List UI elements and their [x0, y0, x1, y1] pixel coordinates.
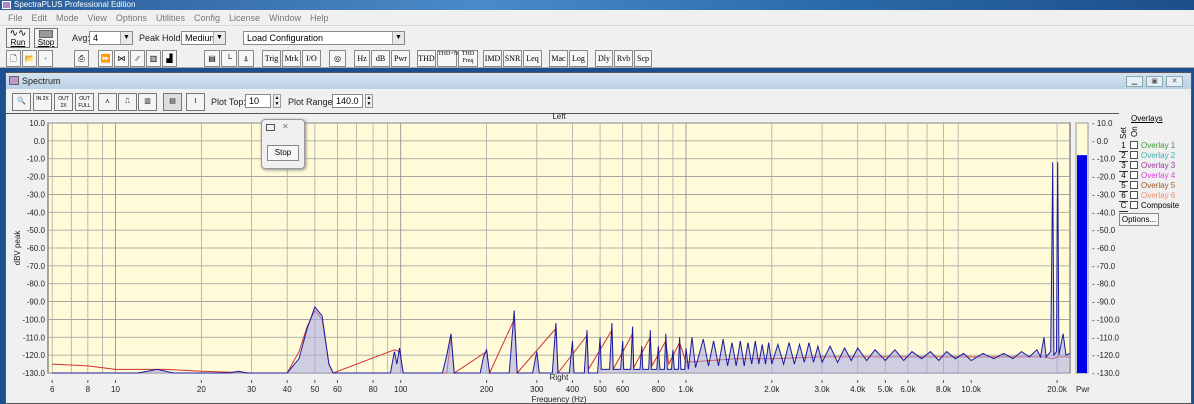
- power-bar-tick-label: - -90.0: [1092, 298, 1116, 307]
- x-tick-label: 30: [247, 385, 256, 394]
- power-bar-tick-label: - 0.0: [1092, 137, 1109, 146]
- x-tick-label: 2.0k: [764, 385, 780, 394]
- power-bar-tick-label: - 10.0: [1092, 119, 1113, 128]
- y-tick-label: -60.0: [27, 244, 46, 253]
- x-tick-label: 4.0k: [850, 385, 866, 394]
- x-tick-label: 20.0k: [1047, 385, 1068, 394]
- x-tick-label: 5.0k: [878, 385, 894, 394]
- y-tick-label: -30.0: [27, 190, 46, 199]
- power-bar-tick-label: - -50.0: [1092, 226, 1116, 235]
- y-tick-label: -80.0: [27, 280, 46, 289]
- y-tick-label: -50.0: [27, 226, 46, 235]
- x-tick-label: 40: [283, 385, 292, 394]
- power-bar-tick-label: - -80.0: [1092, 280, 1116, 289]
- power-bar-fill: [1077, 155, 1087, 373]
- power-bar-tick-label: - -110.0: [1092, 333, 1120, 342]
- y-tick-label: -70.0: [27, 262, 46, 271]
- power-bar-tick-label: - -120.0: [1092, 351, 1120, 360]
- x-tick-label: 60: [333, 385, 342, 394]
- channel-label-left: Left: [552, 112, 566, 121]
- x-tick-label: 500: [593, 385, 607, 394]
- x-tick-label: 1.0k: [678, 385, 694, 394]
- y-axis-label: dBV peak: [13, 230, 22, 266]
- y-tick-label: -10.0: [27, 155, 46, 164]
- x-tick-label: 80: [369, 385, 378, 394]
- power-bar-tick-label: - -30.0: [1092, 190, 1116, 199]
- power-bar-tick-label: - -130.0: [1092, 369, 1120, 378]
- y-tick-label: -40.0: [27, 208, 46, 217]
- x-tick-label: 800: [652, 385, 666, 394]
- x-tick-label: 100: [394, 385, 408, 394]
- x-tick-label: 600: [616, 385, 630, 394]
- y-tick-label: -100.0: [22, 315, 45, 324]
- x-tick-label: 10: [111, 385, 120, 394]
- x-tick-label: 10.0k: [961, 385, 982, 394]
- x-tick-label: 200: [480, 385, 494, 394]
- popup-icon: [266, 124, 275, 131]
- x-tick-label: 6: [50, 385, 55, 394]
- x-tick-label: 400: [566, 385, 580, 394]
- x-tick-label: 20: [197, 385, 206, 394]
- popup-stop-button[interactable]: Stop: [267, 145, 299, 161]
- x-tick-label: 8: [86, 385, 91, 394]
- power-bar-tick-label: - -10.0: [1092, 155, 1116, 164]
- power-bar-label: Pwr: [1076, 385, 1090, 394]
- x-tick-label: 8.0k: [936, 385, 952, 394]
- y-tick-label: -90.0: [27, 298, 46, 307]
- y-tick-label: -20.0: [27, 173, 46, 182]
- x-axis-label: Frequency (Hz): [531, 395, 586, 404]
- x-tick-label: 6.0k: [900, 385, 916, 394]
- power-bar-tick-label: - -100.0: [1092, 315, 1120, 324]
- popup-close-icon[interactable]: ✕: [282, 122, 289, 131]
- y-tick-label: -120.0: [22, 351, 45, 360]
- run-control-popup: ✕ Stop: [261, 119, 305, 169]
- y-tick-label: 10.0: [29, 119, 45, 128]
- spectrum-chart: 10.0 0.0 -10.0 -20.0 -30.0 -40.0 -50.0 -60.0 -70…: [13, 112, 1120, 404]
- x-tick-label: 50: [310, 385, 319, 394]
- x-tick-label: 300: [530, 385, 544, 394]
- power-bar-tick-label: - -20.0: [1092, 173, 1116, 182]
- power-bar-tick-label: - -40.0: [1092, 208, 1116, 217]
- power-bar-tick-label: - -60.0: [1092, 244, 1116, 253]
- y-tick-label: -110.0: [23, 333, 46, 342]
- power-bar-tick-label: - -70.0: [1092, 262, 1116, 271]
- y-tick-label: 0.0: [34, 137, 46, 146]
- y-tick-label: -130.0: [22, 369, 45, 378]
- channel-label-right: Right: [550, 373, 569, 382]
- x-tick-label: 3.0k: [814, 385, 830, 394]
